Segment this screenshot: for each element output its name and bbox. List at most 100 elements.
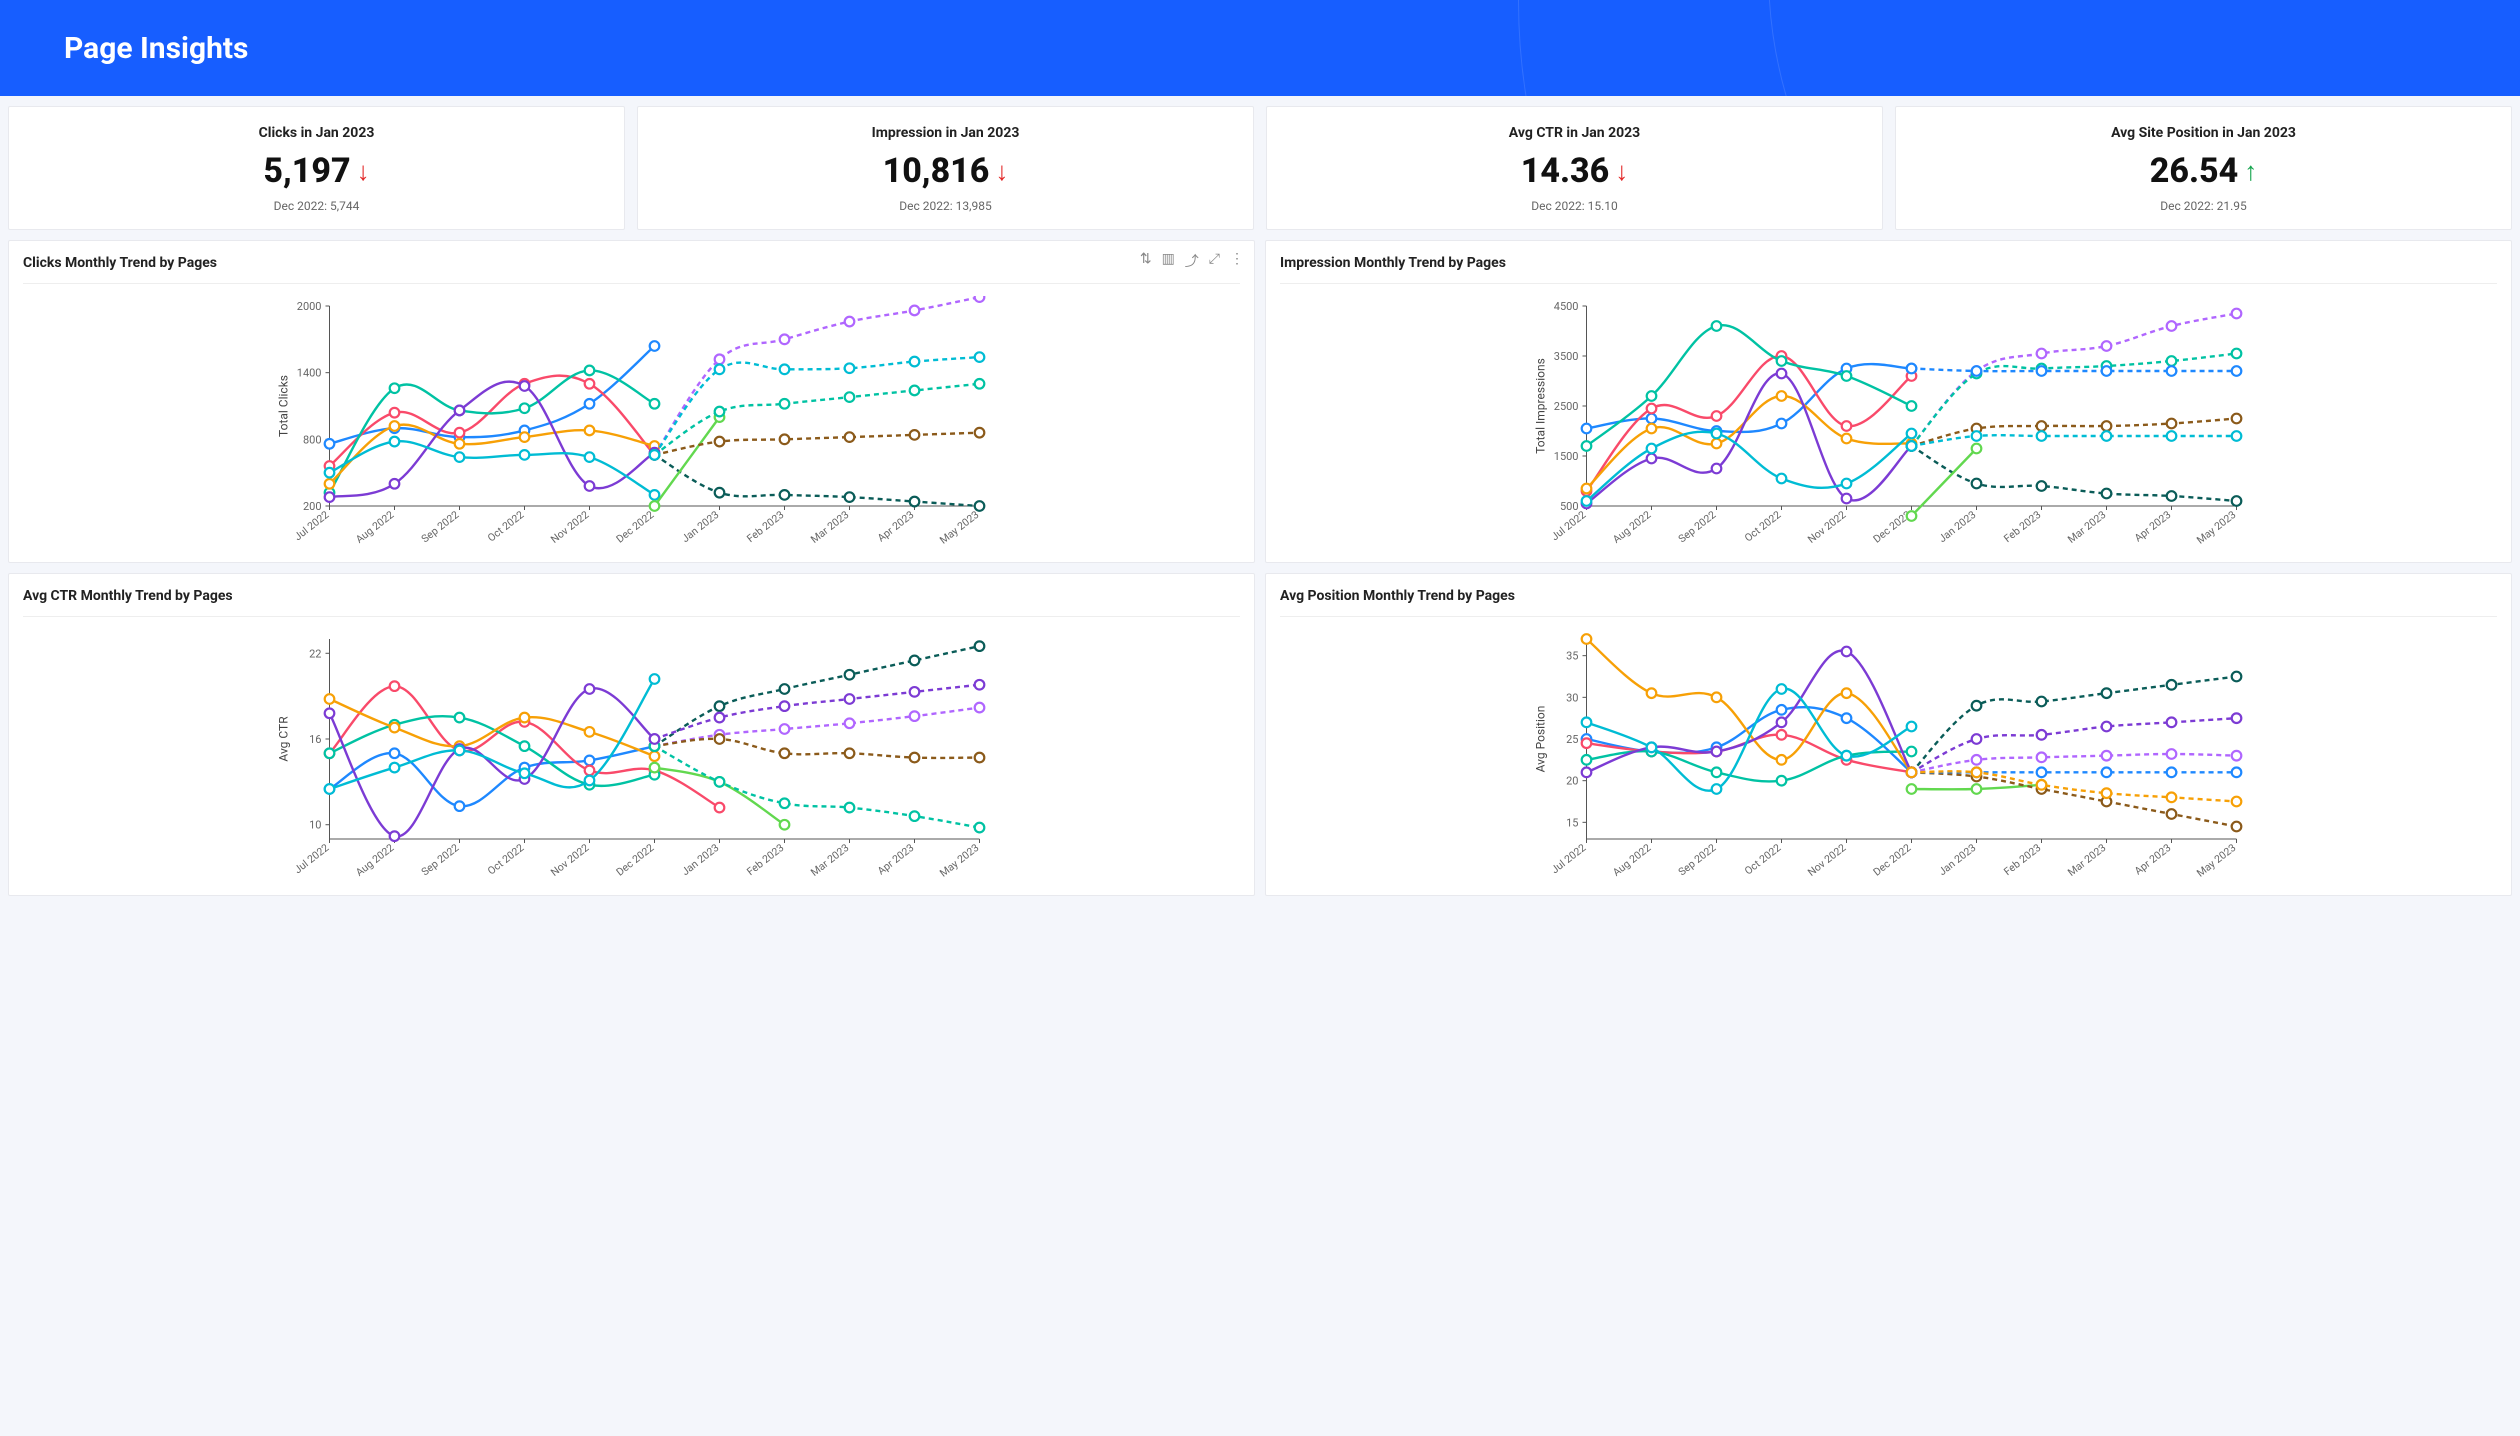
svg-text:Apr 2023: Apr 2023 [875,508,917,544]
svg-text:Avg CTR: Avg CTR [277,716,291,762]
svg-text:1400: 1400 [297,367,322,380]
svg-text:25: 25 [1566,733,1578,746]
kpi-prev: Dec 2022: 21.95 [1906,199,2501,213]
kpi-title: Impression in Jan 2023 [648,125,1243,141]
kpi-title: Avg Site Position in Jan 2023 [1906,125,2501,141]
svg-text:Apr 2023: Apr 2023 [875,841,917,877]
svg-text:2000: 2000 [297,300,322,313]
arrow-down-icon: ↓ [995,156,1008,187]
svg-text:Jan 2023: Jan 2023 [1936,841,1978,878]
kpi-prev: Dec 2022: 13,985 [648,199,1243,213]
svg-text:30: 30 [1566,691,1578,704]
page-header: Page Insights [0,0,2520,96]
page-title: Page Insights [64,31,248,66]
svg-text:Total Impressions: Total Impressions [1534,358,1548,454]
svg-text:Oct 2022: Oct 2022 [485,508,526,544]
svg-text:Mar 2023: Mar 2023 [2065,841,2108,879]
svg-text:Apr 2023: Apr 2023 [2132,841,2174,877]
chart-clicks: ⇅ ▥ ⤴ ⤢ ⋮ Clicks Monthly Trend by Pages … [8,240,1255,563]
kpi-value: 10,816 ↓ [883,151,1009,191]
chart-svg: 101622Avg CTRJul 2022Aug 2022Sep 2022Oct… [23,629,1240,889]
svg-text:Sep 2022: Sep 2022 [419,841,462,878]
svg-text:Oct 2022: Oct 2022 [1742,508,1783,544]
svg-text:Nov 2022: Nov 2022 [1805,841,1848,879]
svg-text:Nov 2022: Nov 2022 [548,841,591,879]
svg-text:Jan 2023: Jan 2023 [1936,508,1978,545]
kpi-ctr: Avg CTR in Jan 2023 14.36 ↓ Dec 2022: 15… [1266,106,1883,230]
kpi-value: 26.54 ↑ [2150,151,2258,191]
kpi-number: 5,197 [263,151,350,191]
kpi-number: 14.36 [1521,151,1610,191]
svg-text:Aug 2022: Aug 2022 [353,508,396,546]
svg-text:20: 20 [1566,775,1578,788]
svg-text:May 2023: May 2023 [2194,508,2238,547]
arrow-down-icon: ↓ [357,156,370,187]
kpi-title: Avg CTR in Jan 2023 [1277,125,1872,141]
svg-text:Mar 2023: Mar 2023 [2065,508,2108,546]
chart-svg: 5001500250035004500Total ImpressionsJul … [1280,296,2497,556]
sort-icon[interactable]: ⇅ [1140,251,1152,271]
svg-text:2500: 2500 [1554,400,1579,413]
svg-text:Jan 2023: Jan 2023 [679,508,721,545]
chart-title: Avg Position Monthly Trend by Pages [1280,588,2497,617]
kpi-number: 10,816 [883,151,990,191]
svg-text:Jul 2022: Jul 2022 [1549,508,1589,543]
svg-text:Feb 2023: Feb 2023 [744,841,786,878]
svg-text:Dec 2022: Dec 2022 [614,841,657,878]
kpi-value: 14.36 ↓ [1521,151,1629,191]
svg-text:3500: 3500 [1554,350,1579,363]
kpi-prev: Dec 2022: 15.10 [1277,199,1872,213]
svg-text:Feb 2023: Feb 2023 [744,508,786,545]
kpi-value: 5,197 ↓ [263,151,369,191]
chart-ctr: Avg CTR Monthly Trend by Pages 101622Avg… [8,573,1255,896]
svg-text:May 2023: May 2023 [937,508,981,547]
svg-text:Mar 2023: Mar 2023 [808,508,851,546]
svg-text:Nov 2022: Nov 2022 [1805,508,1848,546]
svg-text:Feb 2023: Feb 2023 [2001,508,2043,545]
svg-text:Jul 2022: Jul 2022 [292,508,332,543]
svg-text:Oct 2022: Oct 2022 [1742,841,1783,877]
arrow-down-icon: ↓ [1615,156,1628,187]
svg-text:Dec 2022: Dec 2022 [1871,841,1914,878]
svg-text:35: 35 [1566,650,1578,663]
kpi-number: 26.54 [2150,151,2239,191]
more-icon[interactable]: ⋮ [1230,251,1244,271]
svg-text:Sep 2022: Sep 2022 [419,508,462,545]
svg-text:Sep 2022: Sep 2022 [1676,841,1719,878]
chart-svg: 1520253035Avg PositionJul 2022Aug 2022Se… [1280,629,2497,889]
export-icon[interactable]: ⤴ [1185,251,1199,271]
svg-text:Sep 2022: Sep 2022 [1676,508,1719,545]
chart-grid: ⇅ ▥ ⤴ ⤢ ⋮ Clicks Monthly Trend by Pages … [0,240,2520,908]
chart-type-icon[interactable]: ▥ [1162,251,1175,271]
svg-text:Jul 2022: Jul 2022 [1549,841,1589,876]
svg-text:Mar 2023: Mar 2023 [808,841,851,879]
svg-text:16: 16 [309,733,321,746]
chart-impressions: Impression Monthly Trend by Pages 500150… [1265,240,2512,563]
kpi-row: Clicks in Jan 2023 5,197 ↓ Dec 2022: 5,7… [0,96,2520,240]
svg-text:May 2023: May 2023 [2194,841,2238,880]
chart-toolbar: ⇅ ▥ ⤴ ⤢ ⋮ [1140,251,1244,271]
chart-svg: 20080014002000Total ClicksJul 2022Aug 20… [23,296,1240,556]
svg-text:4500: 4500 [1554,300,1579,313]
svg-text:1500: 1500 [1554,450,1579,463]
svg-text:Feb 2023: Feb 2023 [2001,841,2043,878]
svg-text:Nov 2022: Nov 2022 [548,508,591,546]
svg-text:10: 10 [309,819,321,832]
kpi-position: Avg Site Position in Jan 2023 26.54 ↑ De… [1895,106,2512,230]
svg-text:Total Clicks: Total Clicks [277,375,291,437]
svg-text:800: 800 [303,433,322,446]
kpi-clicks: Clicks in Jan 2023 5,197 ↓ Dec 2022: 5,7… [8,106,625,230]
svg-text:Oct 2022: Oct 2022 [485,841,526,877]
svg-text:Avg Position: Avg Position [1534,706,1548,773]
svg-text:Aug 2022: Aug 2022 [353,841,396,879]
kpi-prev: Dec 2022: 5,744 [19,199,614,213]
chart-position: Avg Position Monthly Trend by Pages 1520… [1265,573,2512,896]
arrow-up-icon: ↑ [2244,156,2257,187]
svg-text:Dec 2022: Dec 2022 [614,508,657,545]
svg-text:Apr 2023: Apr 2023 [2132,508,2174,544]
svg-text:Jan 2023: Jan 2023 [679,841,721,878]
kpi-title: Clicks in Jan 2023 [19,125,614,141]
svg-text:Aug 2022: Aug 2022 [1610,508,1653,546]
expand-icon[interactable]: ⤢ [1209,251,1220,271]
svg-text:May 2023: May 2023 [937,841,981,880]
